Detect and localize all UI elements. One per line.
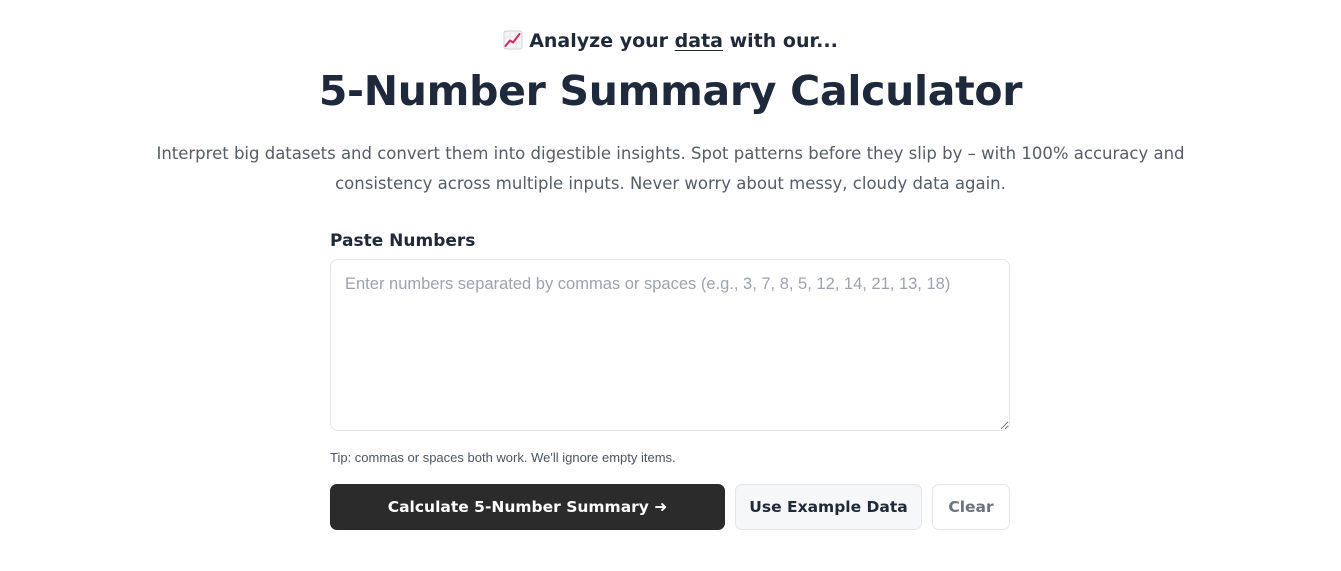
- use-example-data-button[interactable]: Use Example Data: [735, 484, 922, 530]
- page-title: 5-Number Summary Calculator: [318, 67, 1023, 115]
- calculate-button[interactable]: Calculate 5-Number Summary ➜: [330, 484, 725, 530]
- clear-button[interactable]: Clear: [932, 484, 1010, 530]
- eyebrow-heading: Analyze your data with our...: [0, 28, 1341, 54]
- chart-increasing-icon: [503, 30, 523, 50]
- eyebrow-text-start: Analyze your: [529, 30, 675, 52]
- calculator-page: Analyze your data with our... 5-Number S…: [0, 0, 1341, 571]
- paste-numbers-label: Paste Numbers: [330, 231, 476, 251]
- eyebrow-underlined-word: data: [674, 30, 723, 52]
- numbers-textarea[interactable]: [330, 259, 1010, 431]
- page-description: Interpret big datasets and convert them …: [156, 144, 1185, 193]
- input-tip: Tip: commas or spaces both work. We'll i…: [330, 450, 676, 465]
- eyebrow-text-end: with our...: [722, 30, 838, 52]
